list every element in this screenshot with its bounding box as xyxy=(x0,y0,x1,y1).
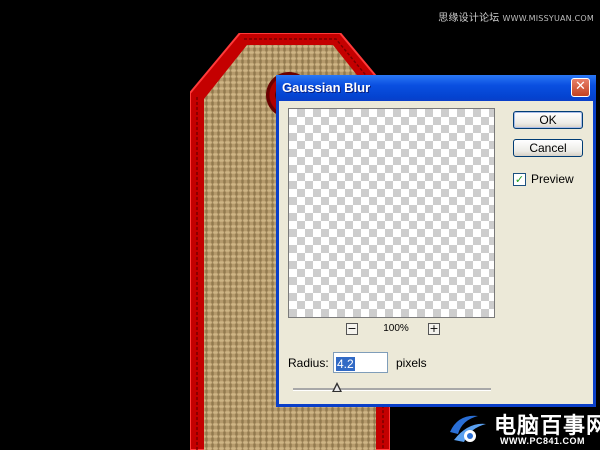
radius-value: 4.2 xyxy=(336,357,355,371)
watermark-top: 思缘设计论坛 WWW.MISSYUAN.COM xyxy=(438,9,594,24)
checkmark-icon: ✓ xyxy=(514,173,525,186)
pc841-logo-icon xyxy=(450,415,486,442)
radius-units: pixels xyxy=(396,356,427,370)
ok-button[interactable]: OK xyxy=(513,111,583,129)
slider-thumb-icon[interactable] xyxy=(331,382,342,392)
watermark-top-en: WWW.MISSYUAN.COM xyxy=(502,14,594,23)
radius-slider-track[interactable] xyxy=(293,388,491,391)
dialog-titlebar[interactable]: Gaussian Blur ✕ xyxy=(276,75,596,101)
cancel-button[interactable]: Cancel xyxy=(513,139,583,157)
preview-canvas[interactable] xyxy=(288,108,495,318)
watermark-top-cn: 思缘设计论坛 xyxy=(438,13,500,24)
zoom-in-button[interactable]: + xyxy=(428,323,440,335)
close-button[interactable]: ✕ xyxy=(571,78,590,97)
gaussian-blur-dialog: Gaussian Blur ✕ − 100% + OK Cancel ✓ Pre… xyxy=(276,75,596,407)
dialog-title: Gaussian Blur xyxy=(282,80,371,95)
zoom-in-icon: + xyxy=(429,322,439,335)
close-icon: ✕ xyxy=(575,79,586,94)
radius-label: Radius: xyxy=(288,356,329,370)
zoom-out-button[interactable]: − xyxy=(346,323,358,335)
preview-label: Preview xyxy=(531,172,574,186)
zoom-level: 100% xyxy=(383,323,409,334)
radius-input[interactable]: 4.2 xyxy=(333,352,388,373)
zoom-out-icon: − xyxy=(347,322,357,335)
watermark-url: WWW.PC841.COM xyxy=(500,436,586,446)
watermark-bottom: 电脑百事网 WWW.PC841.COM xyxy=(440,405,600,450)
preview-checkbox[interactable]: ✓ xyxy=(513,173,526,186)
